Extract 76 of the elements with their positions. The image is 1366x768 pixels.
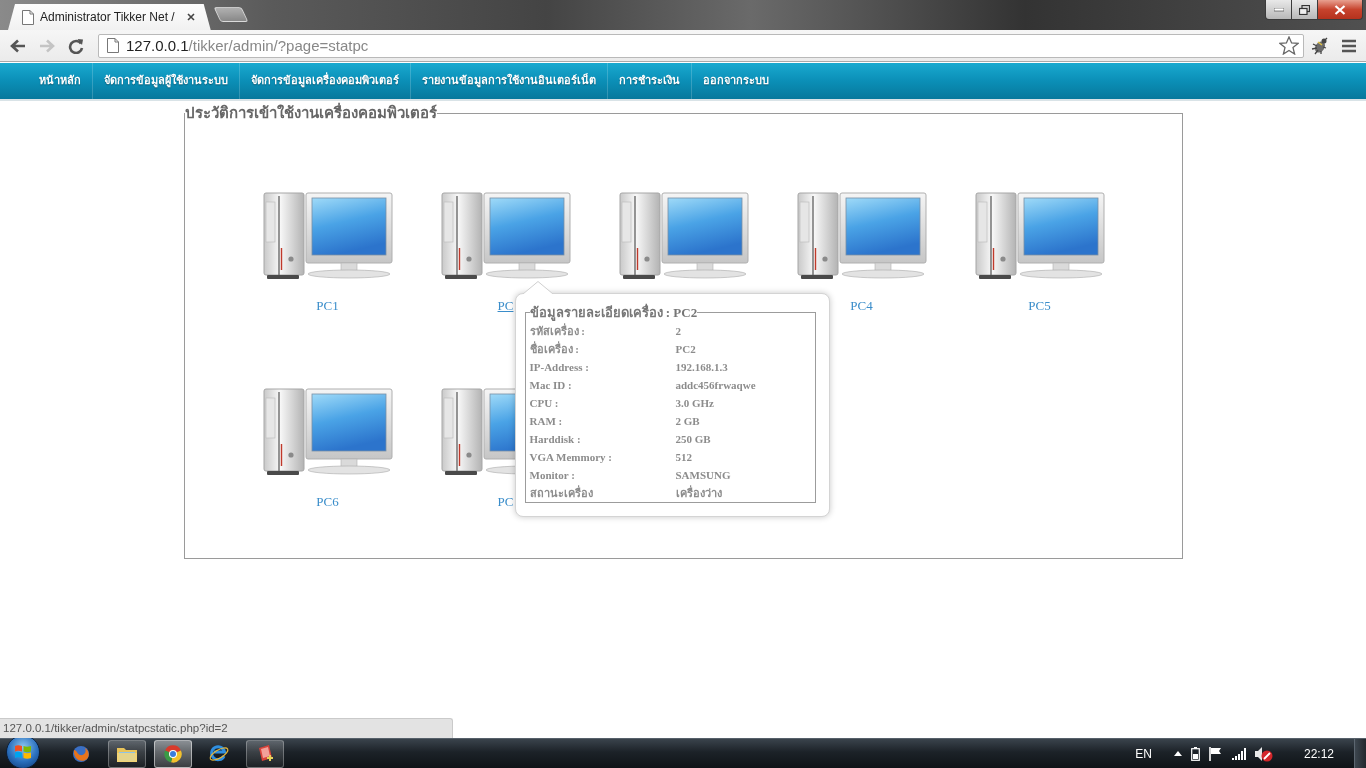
- reload-icon: [68, 37, 84, 54]
- restore-button[interactable]: [1292, 0, 1318, 20]
- taskbar-app-button[interactable]: [108, 739, 146, 768]
- computer-icon: [262, 192, 393, 280]
- caret-up-icon[interactable]: [1173, 751, 1182, 756]
- taskbar-app-button[interactable]: [246, 739, 284, 768]
- detail-label: IP-Address :: [529, 360, 590, 375]
- detail-value: 250 GB: [675, 432, 712, 447]
- flag-icon[interactable]: [1208, 746, 1223, 761]
- detail-value: 3.0 GHz: [675, 396, 715, 411]
- detail-label: RAM :: [529, 414, 564, 429]
- computer-icon: [262, 388, 393, 476]
- detail-value: เครื่องว่าง: [675, 484, 723, 501]
- clock-text[interactable]: 22:12: [1303, 746, 1334, 761]
- page-icon: [22, 9, 34, 25]
- battery-icon[interactable]: [1190, 746, 1200, 761]
- star-icon[interactable]: [1279, 36, 1299, 55]
- close-icon: [184, 11, 197, 23]
- nav-link[interactable]: รายงานข้อมูลการใช้งานอินเตอร์เน็ต: [410, 63, 607, 99]
- detail-label: ชื่อเครื่อง :: [529, 340, 580, 357]
- detail-legend: ข้อมูลรายละเอียดเครื่อง : PC2: [529, 305, 698, 320]
- signal-bars-icon[interactable]: [1231, 747, 1246, 760]
- detail-label: Mac ID :: [529, 378, 573, 393]
- pc-link[interactable]: PC6: [316, 494, 339, 510]
- close-window-button[interactable]: [1318, 0, 1363, 20]
- detail-label: รหัสเครื่อง :: [529, 322, 586, 339]
- nav-link[interactable]: การชำระเงิน: [607, 63, 691, 99]
- segmented-circle-icon: [163, 743, 183, 764]
- page-icon: [107, 38, 119, 53]
- pc-link[interactable]: PC: [497, 298, 514, 314]
- menu-icon: [1342, 38, 1356, 53]
- close-icon: [1334, 4, 1346, 15]
- computer-icon: [796, 192, 927, 280]
- address-field[interactable]: 127.0.0.1/tikker/admin/?page=statpc: [98, 33, 1304, 58]
- pc-link[interactable]: PC4: [850, 298, 873, 314]
- url-text: 127.0.0.1/tikker/admin/?page=statpc: [126, 37, 370, 54]
- detail-label: CPU :: [529, 396, 560, 411]
- pc-link[interactable]: PC: [497, 494, 514, 510]
- detail-label: VGA Memmory :: [529, 450, 613, 465]
- pc-link[interactable]: PC1: [316, 298, 339, 314]
- panel-legend: ประวัติการเข้าใช้งานเครื่องคอมพิวเตอร์: [185, 104, 437, 122]
- link-status-text: 127.0.0.1/tikker/admin/statpcstatic.php?id=2: [0, 718, 453, 738]
- flag-logo-icon: [14, 743, 32, 760]
- detail-label: Harddisk :: [529, 432, 582, 447]
- forward-arrow-icon: [39, 38, 55, 53]
- detail-value: PC2: [675, 342, 697, 357]
- detail-value: 2: [675, 324, 682, 339]
- minimize-icon: [1273, 7, 1284, 12]
- nav-link[interactable]: ออกจากระบบ: [691, 63, 780, 99]
- bug-icon: [1310, 35, 1330, 56]
- tab-close-button[interactable]: [184, 11, 197, 23]
- detail-value: 2 GB: [675, 414, 701, 429]
- detail-value: 512: [675, 450, 693, 465]
- nav-link[interactable]: หน้าหลัก: [28, 63, 92, 99]
- detail-value: addc456frwaqwe: [675, 378, 757, 393]
- restore-icon: [1299, 4, 1310, 15]
- speaker-muted-icon[interactable]: [1254, 745, 1273, 762]
- globe-swirl-icon: [71, 743, 91, 764]
- language-indicator[interactable]: EN: [1135, 746, 1152, 761]
- computer-icon: [440, 192, 571, 280]
- back-arrow-icon: [10, 38, 26, 53]
- detail-label: สถานะเครื่อง: [529, 484, 594, 501]
- browser-tab[interactable]: Administrator Tikker Net /: [8, 4, 211, 30]
- nav-link[interactable]: จัดการข้อมูลเครื่องคอมพิวเตอร์: [239, 63, 410, 99]
- detail-value: 192.168.1.3: [675, 360, 729, 375]
- pc-link[interactable]: PC5: [1028, 298, 1051, 314]
- computer-icon: [618, 192, 749, 280]
- minimize-button[interactable]: [1265, 0, 1292, 20]
- detail-label: Monitor :: [529, 468, 576, 483]
- e-logo-icon: [208, 743, 230, 764]
- show-desktop-button[interactable]: [1354, 739, 1366, 768]
- taskbar-app-button[interactable]: [154, 739, 192, 768]
- detail-value: SAMSUNG: [675, 468, 732, 483]
- new-tab-button[interactable]: [213, 7, 249, 22]
- nav-link[interactable]: จัดการข้อมูลผู้ใช้งานระบบ: [92, 63, 239, 99]
- computer-icon: [974, 192, 1105, 280]
